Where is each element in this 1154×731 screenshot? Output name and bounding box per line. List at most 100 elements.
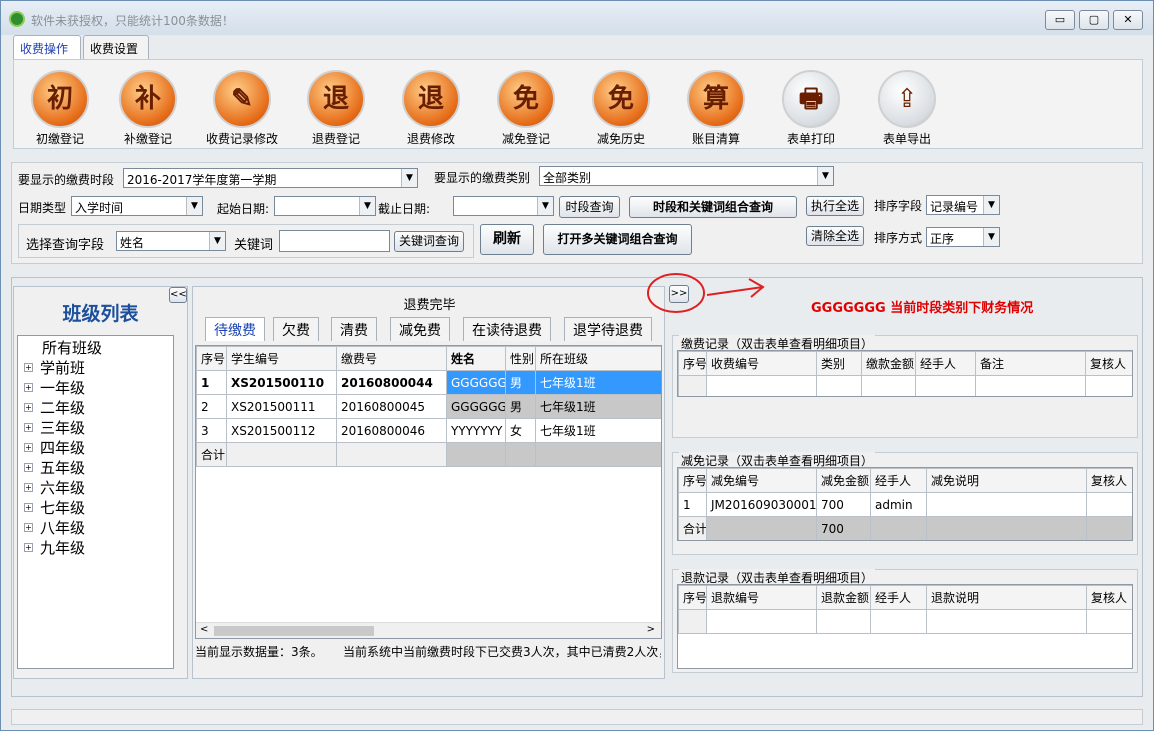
col-header[interactable]: 退款说明 (926, 585, 1087, 610)
expand-icon[interactable]: + (24, 423, 33, 432)
tree-item[interactable]: + 五年级 (18, 458, 173, 478)
tree-item[interactable]: + 三年级 (18, 418, 173, 438)
col-header[interactable]: 经手人 (870, 585, 927, 610)
col-header[interactable]: 复核人 (1086, 585, 1132, 610)
tab-cleared[interactable]: 清费 (331, 317, 377, 341)
tab-fee-operations[interactable]: 收费操作 (13, 35, 81, 60)
col-header[interactable]: 序号 (678, 585, 707, 610)
table-row[interactable]: 2 XS201500111 20160800045 GGGGGG 男 七年级1班 (196, 394, 661, 419)
keyword-input[interactable] (279, 230, 390, 252)
tree-item[interactable]: + 六年级 (18, 478, 173, 498)
col-header[interactable]: 序号 (678, 468, 707, 493)
sort-order-select[interactable]: 正序 ▼ (926, 227, 1000, 247)
cell: 女 (505, 418, 536, 443)
table-row[interactable]: 3 XS201500112 20160800046 YYYYYYY 女 七年级1… (196, 418, 661, 443)
horizontal-scrollbar[interactable]: < > (196, 622, 661, 638)
combo-query-button[interactable]: 时段和关键词组合查询 (629, 196, 797, 218)
cell: XS201500111 (226, 394, 337, 419)
app-icon (9, 11, 25, 27)
col-header[interactable]: 学生编号 (226, 346, 337, 371)
tree-item[interactable]: + 八年级 (18, 518, 173, 538)
close-button[interactable]: ✕ (1113, 10, 1143, 30)
col-header[interactable]: 经手人 (870, 468, 927, 493)
end-date-picker[interactable]: ▼ (453, 196, 554, 216)
col-header[interactable]: 姓名 (446, 346, 506, 371)
class-list-title: 班级列表 (62, 303, 139, 325)
clear-all-button[interactable]: 清除全选 (806, 226, 864, 246)
tree-item[interactable]: + 四年级 (18, 438, 173, 458)
table-row[interactable] (678, 609, 1132, 634)
col-header[interactable]: 减免金额 (816, 468, 871, 493)
tab-waived[interactable]: 减免费 (390, 317, 450, 341)
tab-arrears[interactable]: 欠费 (273, 317, 319, 341)
col-header[interactable]: 退款编号 (706, 585, 817, 610)
tree-item[interactable]: + 七年级 (18, 498, 173, 518)
tree-item[interactable]: + 九年级 (18, 538, 173, 558)
ribbon-button-refund[interactable]: 退退费登记 (296, 70, 376, 146)
expand-icon[interactable]: + (24, 483, 33, 492)
expand-icon[interactable]: + (24, 403, 33, 412)
ribbon-button-supplementary[interactable]: 补补缴登记 (108, 70, 188, 146)
col-header[interactable]: 复核人 (1085, 351, 1132, 376)
scroll-left-icon[interactable]: < (200, 624, 208, 635)
table-row[interactable]: 1 XS201500110 20160800044 GGGGGG 男 七年级1班 (196, 370, 661, 395)
tree-item-all[interactable]: 所有班级 (18, 338, 173, 358)
col-header[interactable]: 复核人 (1086, 468, 1132, 493)
tree-item[interactable]: + 学前班 (18, 358, 173, 378)
tree-item[interactable]: + 一年级 (18, 378, 173, 398)
scrollbar-thumb[interactable] (214, 626, 374, 636)
ribbon-button-edit-record[interactable]: ✎ 收费记录修改 (200, 70, 284, 146)
ribbon-button-initial-payment[interactable]: 初初缴登记 (20, 70, 100, 146)
scroll-right-icon[interactable]: > (647, 624, 655, 635)
col-header[interactable]: 缴费号 (336, 346, 447, 371)
cell (926, 492, 1087, 517)
ribbon-button-refund-edit[interactable]: 退退费修改 (391, 70, 471, 146)
tab-enrolled-refund[interactable]: 在读待退费 (463, 317, 551, 341)
query-field-select[interactable]: 姓名 ▼ (116, 231, 226, 251)
ribbon-button-settlement[interactable]: 算账目清算 (676, 70, 756, 146)
expand-icon[interactable]: + (24, 443, 33, 452)
ribbon-button-waiver[interactable]: 免减免登记 (486, 70, 566, 146)
refresh-button[interactable]: 刷新 (480, 224, 534, 255)
col-header[interactable]: 备注 (975, 351, 1086, 376)
period-query-button[interactable]: 时段查询 (559, 196, 620, 218)
ribbon-button-print[interactable]: 🖶 表单打印 (771, 70, 851, 146)
ribbon-button-export[interactable]: ⇪ 表单导出 (867, 70, 947, 146)
col-header[interactable]: 性别 (505, 346, 536, 371)
table-row[interactable]: 1 JM201609030001 700 admin (678, 492, 1132, 517)
col-header[interactable]: 减免编号 (706, 468, 817, 493)
expand-icon[interactable]: + (24, 543, 33, 552)
sort-field-select[interactable]: 记录编号 ▼ (926, 195, 1000, 215)
expand-icon[interactable]: + (24, 463, 33, 472)
tab-pending[interactable]: 待缴费 (205, 317, 265, 341)
table-row[interactable] (678, 375, 1132, 396)
col-header[interactable]: 收费编号 (706, 351, 817, 376)
col-header[interactable]: 序号 (678, 351, 707, 376)
expand-icon[interactable]: + (24, 523, 33, 532)
tab-refund-done[interactable]: 退费完毕 (193, 294, 666, 313)
ribbon-button-waiver-history[interactable]: 免减免历史 (581, 70, 661, 146)
expand-icon[interactable]: + (24, 383, 33, 392)
maximize-button[interactable]: ▢ (1079, 10, 1109, 30)
tree-item[interactable]: + 二年级 (18, 398, 173, 418)
start-date-picker[interactable]: ▼ (274, 196, 376, 216)
col-header[interactable]: 序号 (196, 346, 227, 371)
col-header[interactable]: 退款金额 (816, 585, 871, 610)
expand-icon[interactable]: + (24, 503, 33, 512)
col-header[interactable]: 经手人 (915, 351, 976, 376)
col-header[interactable]: 类别 (816, 351, 862, 376)
tab-fee-settings[interactable]: 收费设置 (83, 35, 149, 59)
multi-keyword-query-button[interactable]: 打开多关键词组合查询 (543, 224, 692, 255)
category-select[interactable]: 全部类别 ▼ (539, 166, 834, 186)
col-header[interactable]: 缴款金额 (861, 351, 916, 376)
cell: 700 (816, 492, 871, 517)
minimize-button[interactable]: ▭ (1045, 10, 1075, 30)
expand-icon[interactable]: + (24, 363, 33, 372)
period-select[interactable]: 2016-2017学年度第一学期 ▼ (123, 168, 418, 188)
col-header[interactable]: 减免说明 (926, 468, 1087, 493)
datetype-select[interactable]: 入学时间 ▼ (71, 196, 203, 216)
keyword-query-button[interactable]: 关键词查询 (394, 231, 464, 252)
select-all-button[interactable]: 执行全选 (806, 196, 864, 216)
tab-dropout-refund[interactable]: 退学待退费 (564, 317, 652, 341)
col-header[interactable]: 所在班级 (535, 346, 661, 371)
